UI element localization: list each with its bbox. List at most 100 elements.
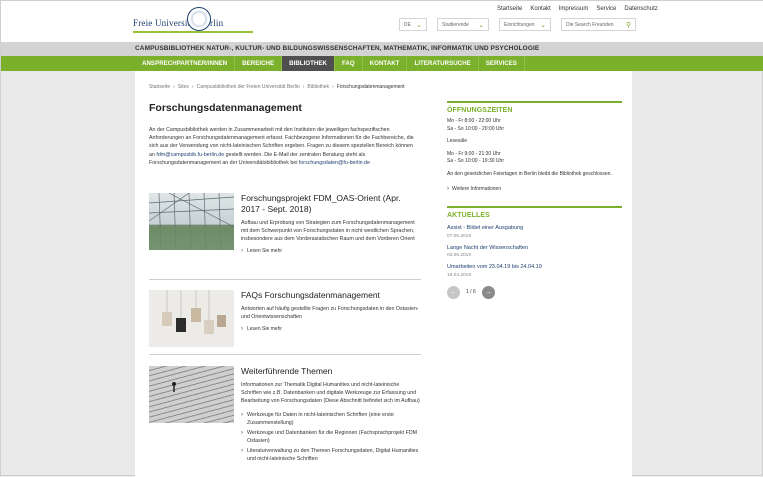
news-title: Umarbeiten vom 23.04.19 bis 24.04.19 [447,264,542,270]
teaser-body: Weiterführende Themen Informationen zur … [241,366,421,465]
breadcrumb-item[interactable]: Sites [178,84,189,90]
breadcrumb-item[interactable]: Startseite [149,84,170,90]
read-more-label: Lesen Sie mehr [247,248,283,254]
link-datenschutz[interactable]: Datenschutz [624,6,657,12]
stairs-image[interactable] [149,366,234,423]
institutions-label: Einrichtungen [504,21,535,28]
nav-item-bereiche[interactable]: BEREICHE [235,56,283,71]
news-date: 03.06.2019 [447,253,472,258]
audience-label: Studierende [442,21,469,28]
link-kontakt[interactable]: Kontakt [530,6,550,12]
link-impressum[interactable]: Impressum [559,6,589,12]
logo-underline [133,31,253,33]
teaser-text: Aufbau und Erprobung von Strategien zum … [241,220,415,242]
chevron-right-icon: › [241,448,243,454]
breadcrumb-separator: › [302,84,305,90]
opening-hours-heading: ÖFFNUNGSZEITEN [447,107,513,114]
link-service[interactable]: Service [596,6,616,12]
chevron-right-icon: › [241,248,243,254]
holiday-note: An den gesetzlichen Feiertagen in Berlin… [447,170,612,177]
list-item[interactable]: › Werkzeuge und Datenbanken für die Regi… [241,429,421,445]
breadcrumb-item[interactable]: Bibliothek [307,84,329,90]
header-controls: DE ⌄ Studierende ⌄ Einrichtungen ⌄ Die S… [399,18,636,31]
institutions-select[interactable]: Einrichtungen ⌄ [499,18,551,31]
nav-item-services[interactable]: SERVICES [479,56,525,71]
chevron-right-icon: › [447,186,449,192]
site-header: Freie Universität Berlin Startseite Kont… [1,1,763,42]
hours-line: Sa - So 10:00 - 19:30 Uhr [447,158,504,164]
search-input[interactable]: Die Search Freunden ⚲ [561,18,636,31]
university-seal-icon [187,7,211,31]
list-item[interactable]: › Werkzeuge für Daten in nicht-lateinisc… [241,411,421,427]
news-item[interactable]: Assist - Bildet einer Ausgabung 07.06.20… [447,225,622,239]
read-more-label: Lesen Sie mehr [247,326,283,332]
more-info-link[interactable]: › Weitere Informationen [447,186,622,192]
hours-line: Sa - So 10:00 - 20:00 Uhr [447,125,504,132]
read-more-link[interactable]: › Lesen Sie mehr [241,326,421,332]
nav-item-faq[interactable]: FAQ [335,56,363,71]
institution-title-band: CAMPUSBIBLIOTHEK NATUR-, KULTUR- UND BIL… [1,42,763,56]
teaser-weiterfuehrende-themen: Weiterführende Themen Informationen zur … [149,366,421,477]
main-navigation: ANSPRECHPARTNER/INNEN BEREICHE BIBLIOTHE… [1,56,763,71]
breadcrumb: Startseite › Sites › Campusbibliothek der … [149,84,405,90]
related-link-label: Werkzeuge und Datenbanken für die Region… [247,430,418,444]
teaser-body: Forschungsprojekt FDM_OAS-Orient (Apr. 2… [241,193,421,254]
news-date: 07.06.2019 [447,233,472,239]
related-link-label: Literaturverwaltung zu den Themen Forsch… [247,448,419,462]
language-select[interactable]: DE ⌄ [399,18,427,31]
chevron-right-icon: › [241,430,243,436]
related-links-list: › Werkzeuge für Daten in nicht-lateinisc… [241,411,421,463]
news-heading: AKTUELLES [447,212,490,219]
teaser-text: Antworten auf häufig gestellte Fragen zu… [241,306,419,320]
teaser-divider [149,279,421,280]
teaser-title[interactable]: FAQs Forschungsdatenmanagement [241,290,421,301]
search-icon[interactable]: ⚲ [626,21,631,29]
news-item[interactable]: Lange Nacht der Wissenschaften 03.06.201… [447,245,622,259]
read-more-link[interactable]: › Lesen Sie mehr [241,248,421,254]
link-startseite[interactable]: Startseite [497,6,522,12]
nav-item-ansprechpartner[interactable]: ANSPRECHPARTNER/INNEN [135,56,236,71]
chevron-down-icon: ⌄ [540,21,546,29]
news-title: Lange Nacht der Wissenschaften [447,244,529,251]
browser-viewport: Freie Universität Berlin Startseite Kont… [0,0,763,477]
breadcrumb-item[interactable]: Campusbibliothek der Freien Universität … [197,84,300,90]
nav-item-kontakt[interactable]: KONTAKT [363,56,408,71]
nav-item-literatursuche[interactable]: LITERATURSUCHE [407,56,479,71]
list-item[interactable]: › Literaturverwaltung zu den Themen Fors… [241,447,421,463]
chevron-down-icon: ⌄ [478,21,484,29]
intro-paragraph: An der Campusbibliothek werden in Zusamm… [149,126,419,167]
chevron-down-icon: ⌄ [416,21,422,29]
teaser-fdm-oas-orient: Forschungsprojekt FDM_OAS-Orient (Apr. 2… [149,193,421,280]
news-item[interactable]: Umarbeiten vom 23.04.19 bis 24.04.19 18.… [447,264,622,278]
greenhouse-image[interactable] [149,193,234,250]
pager-count: 1 / 6 [466,289,476,295]
breadcrumb-separator: › [332,84,334,90]
language-label: DE [404,21,411,28]
more-info-label: Weitere Informationen [452,186,502,192]
breadcrumb-separator: › [191,84,194,90]
breadcrumb-current: Forschungsdatenmanagement [336,84,405,90]
teaser-divider [149,354,421,355]
breadcrumb-separator: › [173,84,175,90]
chevron-right-icon: › [241,326,243,332]
service-links: Startseite Kontakt Impressum Service Dat… [497,6,658,12]
related-link-label: Werkzeuge für Daten in nicht-lateinische… [247,412,394,426]
search-placeholder: Die Search Freunden [566,21,614,28]
opening-hours-box: ÖFFNUNGSZEITEN Mo - Fr 8:00 - 22:00 Uhr … [447,101,622,192]
news-title: Assist - Bildet einer Ausgabung [447,225,524,231]
previous-arrow-icon[interactable]: ← [447,285,460,299]
next-arrow-icon[interactable]: → [481,285,495,299]
teaser-faqs: FAQs Forschungsdatenmanagement Antworten… [149,290,421,355]
teaser-title[interactable]: Forschungsprojekt FDM_OAS-Orient (Apr. 2… [241,193,421,215]
nav-item-bibliothek[interactable]: BIBLIOTHEK [282,56,335,71]
intro-email-link-2[interactable]: forschungsdaten@fu-berlin.de [299,160,370,166]
intro-email-link[interactable]: fdm@campusbib.fu-berlin.de [156,152,224,158]
tags-image[interactable] [149,290,234,347]
fu-berlin-logo[interactable]: Freie Universität Berlin [133,7,253,37]
teaser-text: Informationen zur Thematik Digital Human… [241,382,420,404]
hours-label: Lesesäle [447,138,468,144]
teaser-title[interactable]: Weiterführende Themen [241,366,421,377]
institution-title[interactable]: CAMPUSBIBLIOTHEK NATUR-, KULTUR- UND BIL… [135,45,539,52]
audience-select[interactable]: Studierende ⌄ [437,18,489,31]
page-title: Forschungsdatenmanagement [149,102,302,114]
